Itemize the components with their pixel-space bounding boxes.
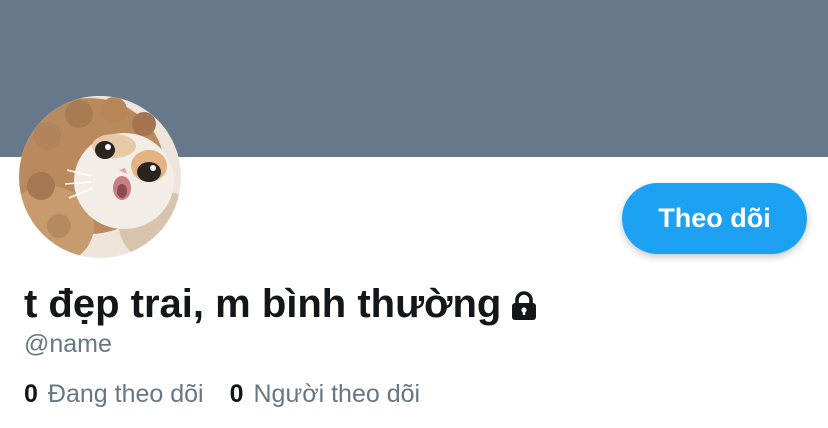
follow-stats: 0 Đang theo dõi 0 Người theo dõi <box>24 380 446 409</box>
lock-icon <box>508 290 540 322</box>
follow-button[interactable]: Theo dõi <box>622 183 807 254</box>
followers-count: 0 <box>229 380 244 408</box>
following-label: Đang theo dõi <box>47 380 204 408</box>
username-handle: @name <box>24 330 112 358</box>
profile-avatar[interactable] <box>19 96 181 258</box>
following-count: 0 <box>24 380 38 408</box>
followers-stat[interactable]: 0 Người theo dõi <box>230 380 420 409</box>
display-name-row: t đẹp trai, m bình thường <box>24 278 540 330</box>
avatar-image <box>19 96 181 258</box>
followers-label: Người theo dõi <box>253 380 421 408</box>
display-name: t đẹp trai, m bình thường <box>24 281 502 326</box>
following-stat[interactable]: 0 Đang theo dõi <box>24 380 204 409</box>
